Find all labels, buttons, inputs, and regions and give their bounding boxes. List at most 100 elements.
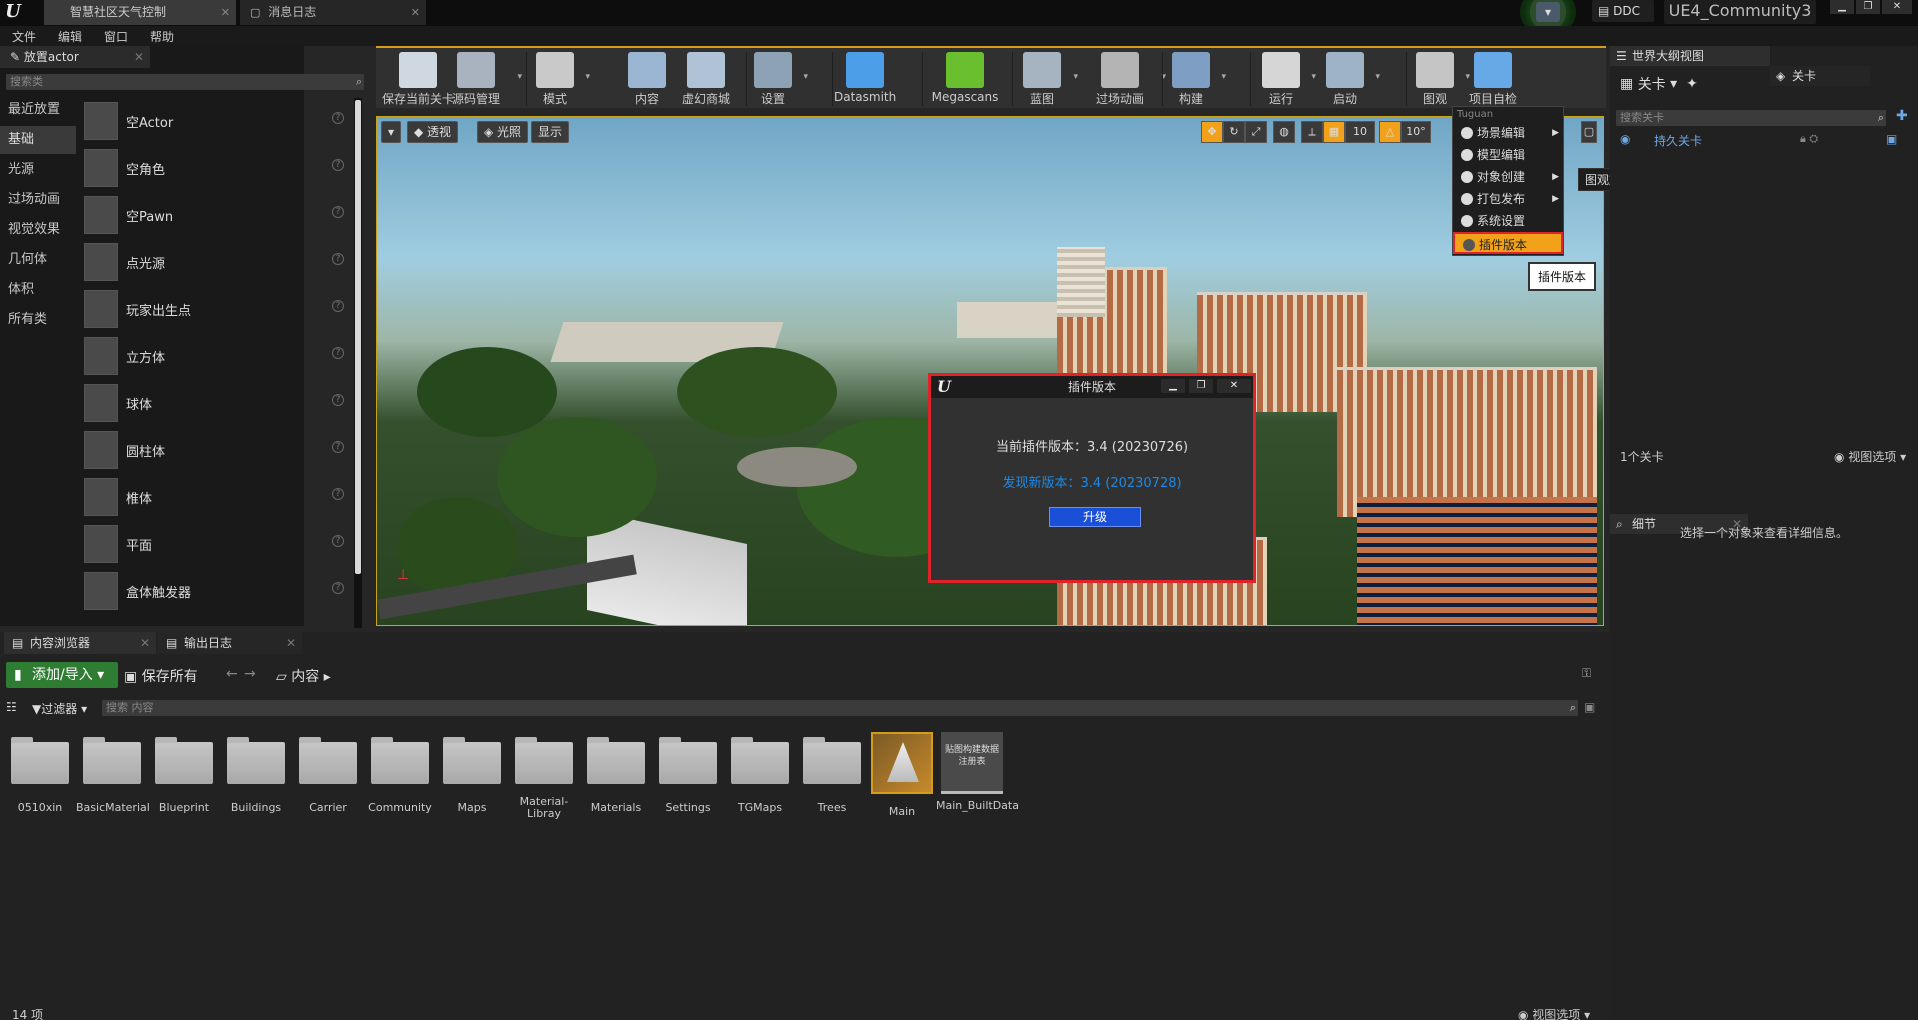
category-visual-effects[interactable]: 视觉效果	[0, 216, 76, 244]
search-icon[interactable]: ⌕	[1878, 110, 1884, 126]
toolbar-button[interactable]: 模式 ▾	[530, 52, 590, 108]
folder-item[interactable]: Community	[364, 732, 436, 822]
menu-window[interactable]: 窗口	[104, 28, 128, 45]
rotation-size[interactable]: 10°	[1401, 121, 1431, 143]
folder-item[interactable]: Trees	[796, 732, 868, 822]
actor-item[interactable]: 圆柱体?	[80, 427, 350, 473]
grid-snap-icon[interactable]: ▦	[1323, 121, 1345, 143]
dropdown-arrow-icon[interactable]: ▾	[1221, 72, 1226, 82]
dropdown-arrow-icon[interactable]: ▾	[803, 72, 808, 82]
close-icon[interactable]: ✕	[221, 0, 230, 25]
save-icon[interactable]: ▣	[1886, 132, 1897, 146]
help-icon[interactable]: ?	[332, 535, 344, 547]
dropdown-arrow-icon[interactable]: ▾	[1375, 72, 1380, 82]
tab-world-outliner[interactable]: ☰ 世界大纲视图	[1610, 46, 1770, 66]
menu-item-plugin-version[interactable]: 插件版本	[1453, 232, 1563, 254]
save-search-icon[interactable]: ▣	[1584, 700, 1595, 714]
toolbar-button[interactable]: 过场动画 ▾	[1084, 52, 1166, 108]
dropdown-arrow-icon[interactable]: ▾	[517, 72, 522, 82]
upgrade-button[interactable]: 升级	[1049, 507, 1141, 527]
forward-icon[interactable]: →	[244, 666, 256, 682]
maximize-button[interactable]: ❐	[1856, 0, 1880, 14]
actor-item[interactable]: 空Pawn?	[80, 192, 350, 238]
menu-file[interactable]: 文件	[12, 28, 36, 45]
search-classes-input[interactable]: 搜索类 ⌕	[6, 74, 364, 90]
close-icon[interactable]: ✕	[286, 632, 296, 654]
search-content-input[interactable]: 搜索 内容 ⌕	[102, 700, 1578, 716]
actor-item[interactable]: 点光源?	[80, 239, 350, 285]
toolbar-button[interactable]: 蓝图 ▾	[1016, 52, 1078, 108]
asset-main-builtdata[interactable]: 贴图构建数据注册表 Main_BuiltData	[936, 732, 1019, 822]
actor-item[interactable]: 空角色?	[80, 145, 350, 191]
search-icon[interactable]: ⌕	[356, 74, 362, 90]
dropdown-arrow-icon[interactable]: ▾	[1073, 72, 1078, 82]
category-cinematic[interactable]: 过场动画	[0, 186, 76, 214]
search-icon[interactable]: ⌕	[1570, 700, 1576, 716]
actor-item[interactable]: 平面?	[80, 521, 350, 567]
surface-snap-icon[interactable]: ⟂	[1301, 121, 1323, 143]
category-lights[interactable]: 光源	[0, 156, 76, 184]
category-recent[interactable]: 最近放置	[0, 96, 76, 124]
visibility-icon[interactable]: ◉	[1620, 132, 1630, 146]
folder-item[interactable]: Maps	[436, 732, 508, 822]
help-icon[interactable]: ?	[332, 253, 344, 265]
lighting-button[interactable]: ◈ 光照	[477, 121, 529, 143]
close-icon[interactable]: ✕	[140, 632, 150, 654]
lock-icon[interactable]: ⚿	[1582, 666, 1591, 681]
save-all-button[interactable]: ▣ 保存所有	[124, 666, 198, 686]
viewport-options-dropdown[interactable]: ▾	[381, 121, 402, 143]
close-button[interactable]: ✕	[1882, 0, 1912, 14]
view-options-button[interactable]: ◉ 视图选项 ▾	[1518, 1006, 1590, 1020]
help-icon[interactable]: ?	[332, 300, 344, 312]
close-icon[interactable]: ✕	[411, 0, 420, 25]
minimize-button[interactable]: ▁	[1830, 0, 1854, 14]
view-options-button[interactable]: ◉ 视图选项 ▾	[1834, 448, 1906, 465]
filters-dropdown[interactable]: ▼过滤器 ▾	[32, 700, 87, 717]
actor-item[interactable]: 椎体?	[80, 474, 350, 520]
help-icon[interactable]: ?	[332, 488, 344, 500]
toolbar-button[interactable]: 项目自检	[1462, 52, 1524, 108]
rotate-icon[interactable]: ↻	[1223, 121, 1245, 143]
actor-item[interactable]: 空Actor?	[80, 98, 350, 144]
levels-dropdown[interactable]: ▦ 关卡 ▾ ✦	[1620, 74, 1698, 94]
maximize-button[interactable]: ❐	[1189, 379, 1213, 393]
toolbar-button[interactable]: 内容	[626, 52, 668, 108]
folder-path[interactable]: ▱ 内容 ▸	[276, 666, 331, 686]
add-level-icon[interactable]: ✚	[1896, 108, 1908, 124]
sources-toggle-icon[interactable]: ☷	[6, 700, 17, 714]
translate-icon[interactable]: ✥	[1201, 121, 1223, 143]
dropdown-arrow-icon[interactable]: ▾	[1311, 72, 1316, 82]
menu-edit[interactable]: 编辑	[58, 28, 82, 45]
tab-place-actors[interactable]: ✎ 放置actor ✕	[0, 46, 150, 68]
toolbar-button[interactable]: 运行 ▾	[1256, 52, 1316, 108]
help-icon[interactable]: ?	[332, 582, 344, 594]
maximize-viewport-icon[interactable]: ▢	[1581, 121, 1597, 143]
rotation-snap-icon[interactable]: △	[1379, 121, 1401, 143]
close-button[interactable]: ✕	[1217, 379, 1251, 393]
tab-content-browser[interactable]: ▤ 内容浏览器 ✕	[4, 632, 156, 654]
menu-item-system-settings[interactable]: 系统设置	[1453, 210, 1563, 232]
menu-item-model-edit[interactable]: 模型编辑	[1453, 144, 1563, 166]
toolbar-button[interactable]: 源码管理 ▾	[440, 52, 522, 108]
folder-item[interactable]: Blueprint	[148, 732, 220, 822]
toolbar-button[interactable]: Datasmith	[834, 52, 896, 108]
help-icon[interactable]: ?	[332, 394, 344, 406]
search-levels-input[interactable]: 搜索关卡 ⌕	[1616, 110, 1886, 126]
dropdown-arrow-icon[interactable]: ▾	[585, 72, 590, 82]
level-item-persistent[interactable]: 持久关卡	[1654, 132, 1702, 149]
back-icon[interactable]: ←	[226, 666, 238, 682]
folder-item[interactable]: Materials	[580, 732, 652, 822]
show-button[interactable]: 显示	[531, 121, 570, 143]
document-tab-log[interactable]: ▢ 消息日志 ✕	[240, 0, 426, 25]
lock-icon[interactable]: 🔒︎ ⛭	[1800, 132, 1818, 146]
folder-item[interactable]: 0510xin	[4, 732, 76, 822]
category-geometry[interactable]: 几何体	[0, 246, 76, 274]
help-icon[interactable]: ?	[332, 347, 344, 359]
folder-item[interactable]: Material-Libray	[508, 732, 580, 822]
menu-help[interactable]: 帮助	[150, 28, 174, 45]
folder-item[interactable]: Buildings	[220, 732, 292, 822]
minimize-button[interactable]: ▁	[1161, 379, 1185, 393]
actor-item[interactable]: 球体?	[80, 380, 350, 426]
toolbar-button[interactable]: 设置 ▾	[748, 52, 808, 108]
asset-main[interactable]: Main	[866, 732, 938, 822]
